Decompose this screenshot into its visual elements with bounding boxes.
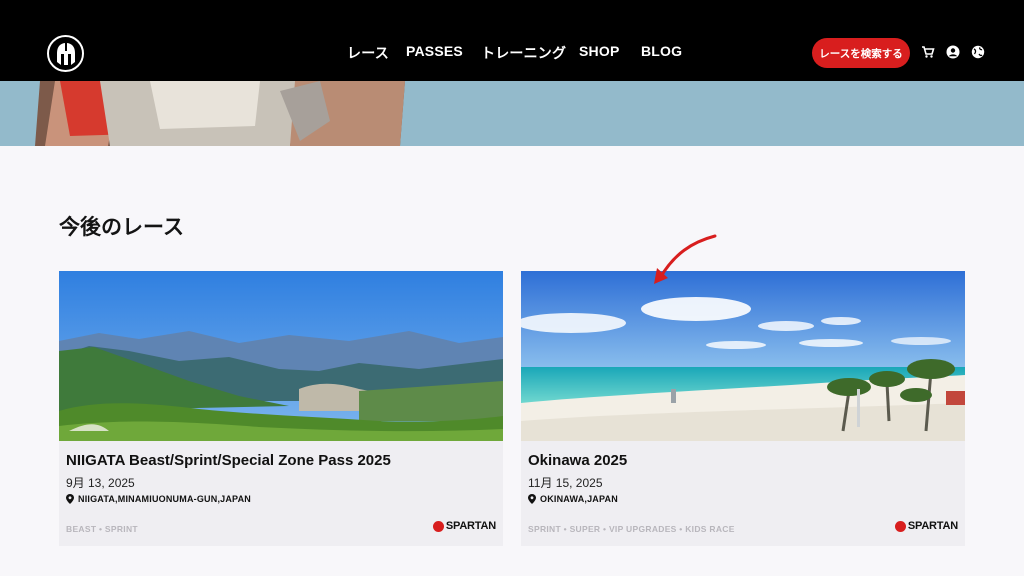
top-navigation-bar: レース PASSES トレーニング SHOP BLOG レースを検索する [0, 0, 1024, 81]
race-location-text: NIIGATA,MINAMIUONUMA-GUN,JAPAN [78, 494, 251, 504]
race-title[interactable]: Okinawa 2025 [528, 452, 627, 469]
spartan-brand-logo: SPARTAN [432, 520, 496, 532]
find-race-button[interactable]: レースを検索する [812, 38, 910, 68]
account-icon[interactable] [945, 44, 961, 60]
spartan-emblem-icon [894, 520, 906, 532]
race-card-niigata[interactable]: NIIGATA Beast/Sprint/Special Zone Pass 2… [59, 271, 503, 546]
race-categories: BEAST • SPRINT [66, 524, 138, 534]
race-date: 9月 13, 2025 [66, 476, 135, 490]
race-location: NIIGATA,MINAMIUONUMA-GUN,JAPAN [66, 494, 251, 504]
nav-item-blog[interactable]: BLOG [641, 43, 682, 59]
globe-icon[interactable] [970, 44, 986, 60]
race-date: 11月 15, 2025 [528, 476, 603, 490]
spartan-emblem-icon [432, 520, 444, 532]
race-image-beach [521, 271, 965, 441]
nav-item-passes[interactable]: PASSES [406, 43, 463, 59]
section-title: 今後のレース [59, 216, 184, 239]
nav-item-training[interactable]: トレーニング [481, 43, 566, 63]
race-location: OKINAWA,JAPAN [528, 494, 618, 504]
location-pin-icon [528, 494, 536, 504]
race-title[interactable]: NIIGATA Beast/Sprint/Special Zone Pass 2… [66, 452, 391, 469]
nav-item-races[interactable]: レース [347, 43, 389, 63]
race-image-mountains [59, 271, 503, 441]
location-pin-icon [66, 494, 74, 504]
cart-icon[interactable] [920, 44, 936, 60]
brand-text: SPARTAN [907, 520, 958, 532]
brand-text: SPARTAN [445, 520, 496, 532]
race-location-text: OKINAWA,JAPAN [540, 494, 618, 504]
nav-item-shop[interactable]: SHOP [579, 43, 619, 59]
hero-image [0, 81, 1024, 146]
race-card-okinawa[interactable]: Okinawa 2025 11月 15, 2025 OKINAWA,JAPAN … [521, 271, 965, 546]
race-categories: SPRINT • SUPER • VIP UPGRADES • KIDS RAC… [528, 524, 735, 534]
spartan-brand-logo: SPARTAN [894, 520, 958, 532]
red-arrow-annotation-icon [654, 234, 717, 284]
